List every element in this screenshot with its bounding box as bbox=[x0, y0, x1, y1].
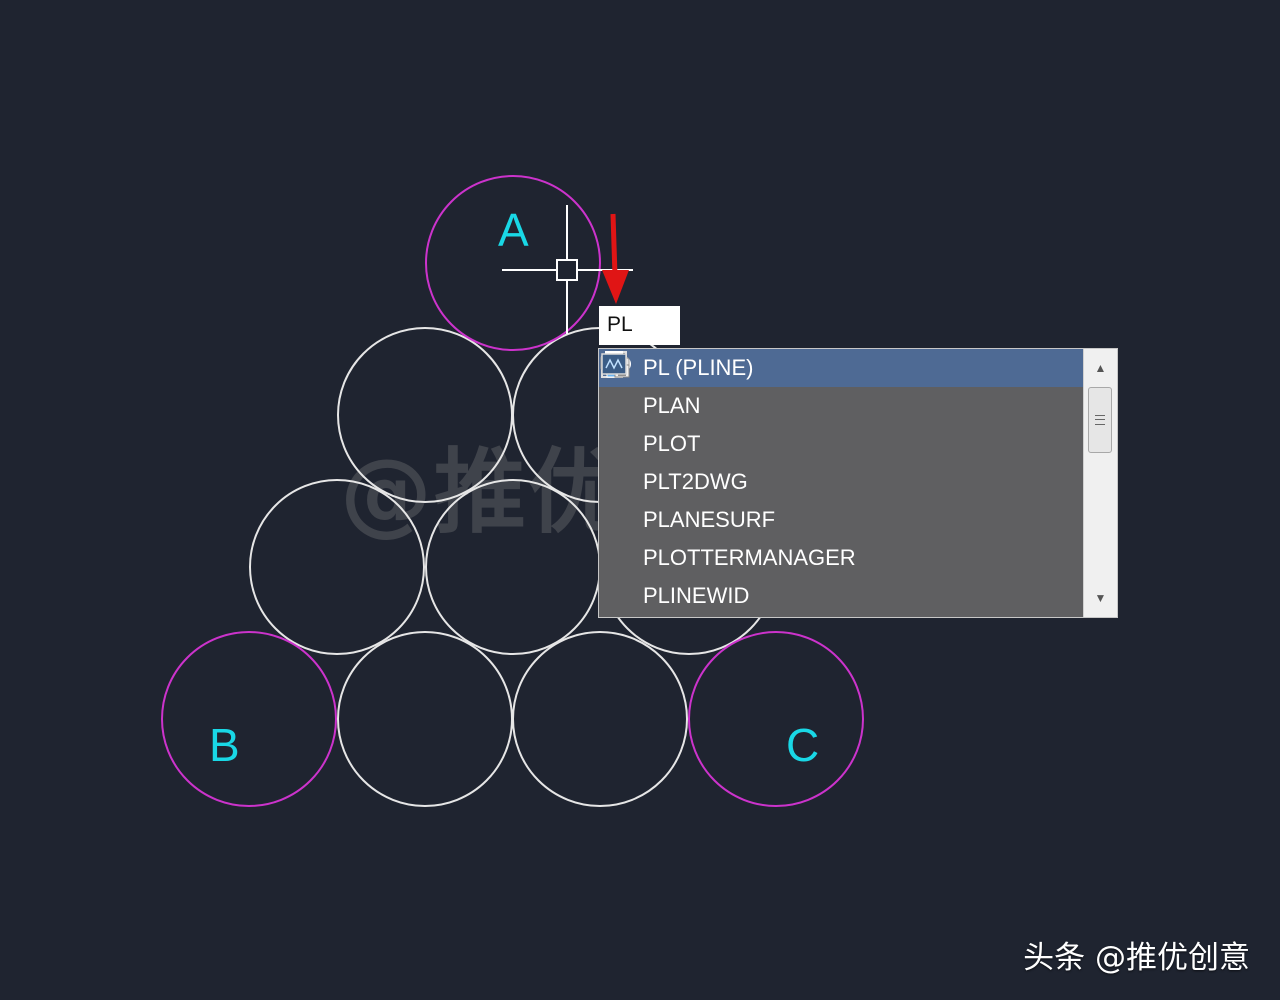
autocomplete-item-label: PLAN bbox=[643, 393, 701, 418]
pline-width-icon bbox=[601, 353, 639, 613]
drawing-canvas[interactable]: @推优创意 A B C PL PL (PLINE) PLAN PLOT PLT2… bbox=[0, 0, 1280, 1000]
autocomplete-item-plan[interactable]: PLAN bbox=[599, 351, 1083, 425]
label-a: A bbox=[498, 204, 529, 256]
command-input[interactable]: PL bbox=[599, 306, 680, 345]
planar-surface-icon bbox=[602, 356, 639, 537]
red-arrow-icon bbox=[602, 213, 629, 304]
plotter-manager-icon bbox=[600, 351, 639, 575]
autocomplete-item-planesurf[interactable]: PLANESURF bbox=[599, 356, 1083, 539]
circle-c[interactable] bbox=[688, 631, 864, 807]
label-b: B bbox=[209, 719, 240, 771]
autocomplete-item-plt2dwg[interactable]: PLT2DWG bbox=[599, 463, 1083, 501]
grip-icon bbox=[1095, 415, 1105, 425]
no-icon bbox=[605, 465, 639, 499]
autocomplete-item-plinewid[interactable]: PLINEWID bbox=[599, 353, 1083, 615]
label-c: C bbox=[786, 719, 819, 771]
autocomplete-item-label: PLT2DWG bbox=[643, 469, 748, 494]
circle[interactable] bbox=[512, 631, 688, 807]
autocomplete-item-label: PLOT bbox=[643, 431, 701, 456]
circle[interactable] bbox=[337, 327, 513, 503]
autocomplete-item-label: PLOTTERMANAGER bbox=[643, 545, 856, 570]
autocomplete-list: PL (PLINE) PLAN PLOT PLT2DWG PLANESURF P… bbox=[598, 348, 1118, 618]
autocomplete-item-plottermanager[interactable]: PLOTTERMANAGER bbox=[599, 351, 1083, 577]
scroll-up-arrow-icon[interactable]: ▲ bbox=[1084, 353, 1117, 383]
circle[interactable] bbox=[425, 479, 601, 655]
autocomplete-item-label: PLANESURF bbox=[643, 507, 776, 532]
autocomplete-item-label: PL (PLINE) bbox=[643, 355, 754, 380]
printer-icon bbox=[600, 351, 639, 461]
author-credit: 头条 @推优创意 bbox=[1023, 940, 1250, 976]
autocomplete-item-plot[interactable]: PLOT bbox=[599, 351, 1083, 463]
circle[interactable] bbox=[337, 631, 513, 807]
autocomplete-item-pline[interactable]: PL (PLINE) bbox=[599, 349, 1083, 387]
scroll-down-arrow-icon[interactable]: ▼ bbox=[1084, 583, 1117, 613]
circle-b[interactable] bbox=[161, 631, 337, 807]
autocomplete-scrollbar[interactable]: ▲ ▼ bbox=[1083, 349, 1117, 617]
scrollbar-thumb[interactable] bbox=[1088, 387, 1112, 453]
autocomplete-item-label: PLINEWID bbox=[643, 583, 750, 608]
circle[interactable] bbox=[249, 479, 425, 655]
plan-view-icon bbox=[601, 351, 639, 423]
